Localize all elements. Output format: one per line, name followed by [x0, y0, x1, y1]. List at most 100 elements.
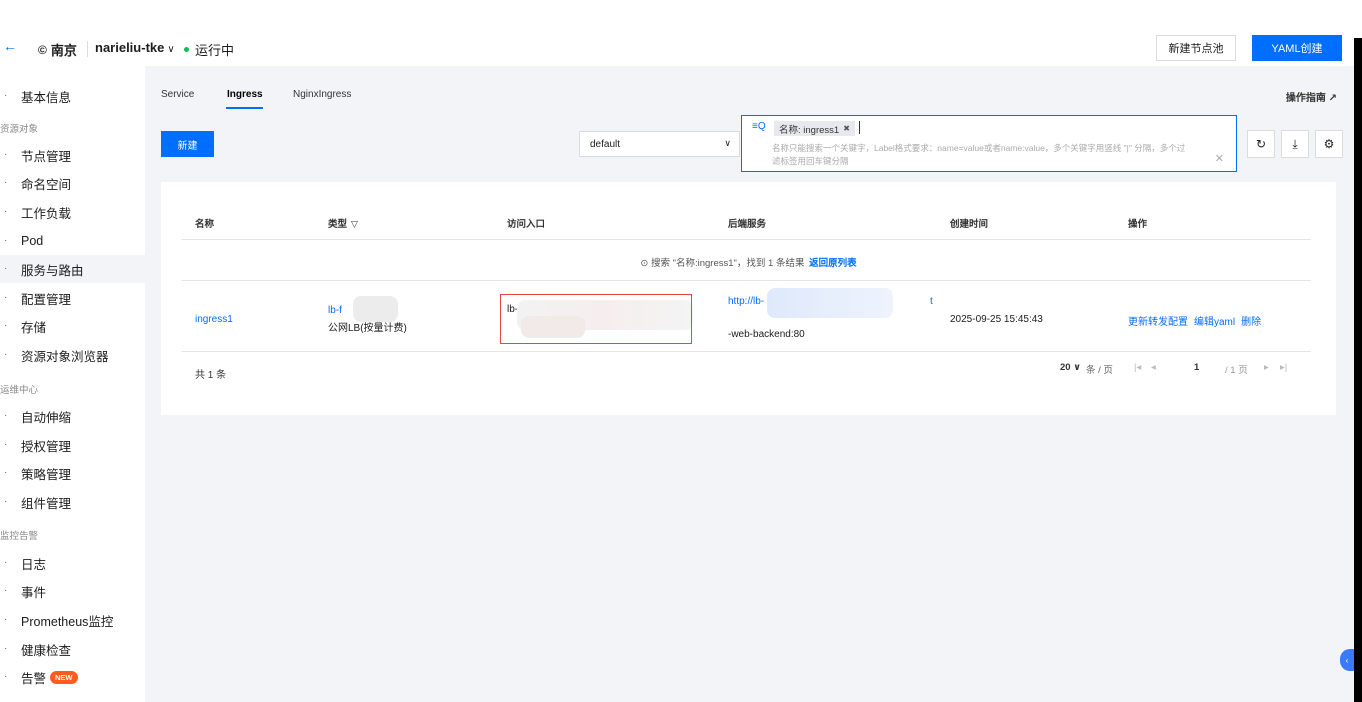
backend-url-tail[interactable]: t: [930, 296, 933, 307]
search-result-info: ⊙ 搜索 "名称:ingress1"，找到 1 条结果 返回原列表: [640, 258, 857, 269]
sidebar-item-authorization[interactable]: · 授权管理: [0, 431, 145, 459]
sidebar-item-alarms[interactable]: · 告警 NEW: [0, 663, 145, 691]
update-forwarding-link[interactable]: 更新转发配置: [1128, 317, 1188, 328]
sidebar-item-policy[interactable]: · 策略管理: [0, 459, 145, 487]
back-arrow-icon[interactable]: ←: [3, 38, 17, 54]
right-edge-bar: [1354, 38, 1362, 702]
sidebar-item-health-check[interactable]: · 健康检查: [0, 635, 145, 663]
chevron-down-icon: ∨: [1073, 362, 1081, 373]
sidebar-group-monitoring: 监控告警: [0, 531, 39, 542]
text-cursor: [859, 121, 860, 134]
divider: [181, 239, 1311, 240]
search-tag[interactable]: 名称: ingress1 ✖: [774, 121, 855, 136]
page-number-input[interactable]: 1: [1194, 362, 1199, 373]
status-dot-icon: [184, 47, 189, 52]
sidebar-item-resource-browser[interactable]: · 资源对象浏览器: [0, 341, 145, 369]
column-header-type[interactable]: 类型 ▽: [328, 216, 358, 230]
column-header-created: 创建时间: [950, 219, 989, 230]
settings-button[interactable]: ⚙: [1315, 130, 1343, 158]
column-header-entry: 访问入口: [507, 219, 546, 230]
collapse-panel-button[interactable]: ‹: [1340, 649, 1354, 671]
sidebar-item-namespaces[interactable]: · 命名空间: [0, 169, 145, 197]
page-size-select[interactable]: 20 ∨: [1060, 362, 1081, 373]
chevron-down-icon: ∨: [167, 44, 175, 55]
delete-link[interactable]: 删除: [1241, 317, 1261, 328]
filter-icon[interactable]: ▽: [351, 219, 358, 229]
sidebar-item-prometheus[interactable]: · Prometheus监控: [0, 606, 145, 634]
divider: [181, 351, 1311, 352]
globe-icon: ©: [38, 42, 47, 57]
sidebar-item-logs[interactable]: · 日志: [0, 549, 145, 577]
check-circle-icon: ⊙: [640, 258, 649, 269]
divider: [87, 41, 88, 57]
cluster-selector[interactable]: narieliu-tke ∨: [95, 40, 175, 55]
sidebar-item-autoscaling[interactable]: · 自动伸缩: [0, 402, 145, 430]
download-icon: ⤓: [1292, 136, 1298, 151]
chevron-down-icon: ∨: [724, 138, 731, 148]
sidebar-item-storage[interactable]: · 存储: [0, 312, 145, 340]
total-count: 共 1 条: [195, 370, 227, 381]
ingress-table: 名称 类型 ▽ 访问入口 后端服务 创建时间 操作 ⊙ 搜索 "名称:ingres…: [161, 182, 1336, 415]
sidebar: · 基本信息 资源对象 · 节点管理 · 命名空间 · 工作负载 · Pod · 服务与路由…: [0, 66, 145, 702]
sidebar-group-resources: 资源对象: [0, 124, 39, 135]
new-node-pool-button[interactable]: 新建节点池: [1156, 35, 1236, 61]
column-header-name: 名称: [195, 219, 215, 230]
sidebar-group-ops: 运维中心: [0, 385, 39, 396]
region-label: 南京: [50, 43, 77, 58]
top-bar: ← © 南京 narieliu-tke ∨ 运行中 新建节点池 YAML创建: [0, 32, 1354, 66]
gear-icon: ⚙: [1323, 137, 1335, 151]
create-button[interactable]: 新建: [161, 131, 214, 157]
column-header-backend: 后端服务: [728, 219, 767, 230]
tag-remove-icon[interactable]: ✖: [843, 124, 850, 133]
cluster-status: 运行中: [195, 43, 235, 58]
backend-service: -web-backend:80: [728, 329, 805, 340]
namespace-value: default: [590, 138, 621, 150]
sidebar-item-workloads[interactable]: · 工作负载: [0, 198, 145, 226]
edit-yaml-link[interactable]: 编辑yaml: [1194, 317, 1235, 328]
redacted-area: [353, 296, 398, 322]
highlight-box: [500, 294, 692, 344]
download-button[interactable]: ⤓: [1281, 130, 1309, 158]
column-header-ops: 操作: [1128, 219, 1148, 230]
refresh-icon: ↻: [1255, 137, 1267, 151]
chevron-left-icon: ‹: [1345, 655, 1349, 665]
ingress-name-link[interactable]: ingress1: [195, 314, 233, 325]
tab-ingress[interactable]: Ingress: [227, 89, 263, 100]
cluster-name: narieliu-tke: [95, 40, 165, 55]
operation-guide-link[interactable]: 操作指南 ↗: [1286, 89, 1337, 104]
sidebar-item-config[interactable]: · 配置管理: [0, 284, 145, 312]
sidebar-item-addons[interactable]: · 组件管理: [0, 488, 145, 516]
last-page-icon[interactable]: ▸|: [1280, 362, 1287, 373]
new-badge: NEW: [50, 670, 78, 684]
sidebar-item-nodes[interactable]: · 节点管理: [0, 141, 145, 169]
sidebar-item-events[interactable]: · 事件: [0, 577, 145, 605]
sidebar-item-basic-info[interactable]: · 基本信息: [0, 82, 145, 110]
next-page-icon[interactable]: ▸: [1264, 362, 1269, 373]
lb-id-link[interactable]: lb-f: [328, 305, 342, 316]
main-content: Service Ingress NginxIngress 操作指南 ↗ 新建 d…: [145, 66, 1354, 702]
redacted-area: [767, 288, 893, 318]
divider: [181, 280, 1311, 281]
total-pages: / 1 页: [1225, 365, 1248, 376]
filter-search-icon: ≡Q: [752, 121, 766, 132]
search-input[interactable]: ≡Q 名称: ingress1 ✖ 名称只能搜索一个关键字，Label格式要求：n…: [741, 115, 1237, 172]
namespace-select[interactable]: default ∨: [579, 131, 740, 157]
active-tab-indicator: [226, 107, 263, 109]
region-selector[interactable]: © 南京: [38, 40, 77, 59]
clear-icon[interactable]: ✕: [1215, 152, 1224, 165]
search-hint: 名称只能搜索一个关键字，Label格式要求：name=value或者name:v…: [772, 143, 1186, 166]
row-actions: 更新转发配置 编辑yaml 删除: [1128, 313, 1267, 328]
prev-page-icon[interactable]: ◂: [1151, 362, 1156, 373]
yaml-create-button[interactable]: YAML创建: [1252, 35, 1342, 61]
first-page-icon[interactable]: |◂: [1134, 362, 1141, 373]
backend-url-link[interactable]: http://lb-: [728, 296, 764, 307]
per-page-label: 条 / 页: [1086, 365, 1113, 376]
created-time: 2025-09-25 15:45:43: [950, 314, 1043, 325]
tab-nginx-ingress[interactable]: NginxIngress: [293, 89, 351, 100]
sidebar-item-pod[interactable]: · Pod: [0, 227, 145, 255]
refresh-button[interactable]: ↻: [1247, 130, 1275, 158]
external-link-icon: ↗: [1328, 93, 1337, 104]
tab-service[interactable]: Service: [161, 89, 194, 100]
back-to-list-link[interactable]: 返回原列表: [809, 258, 857, 269]
sidebar-item-services-routes[interactable]: · 服务与路由: [0, 255, 145, 283]
